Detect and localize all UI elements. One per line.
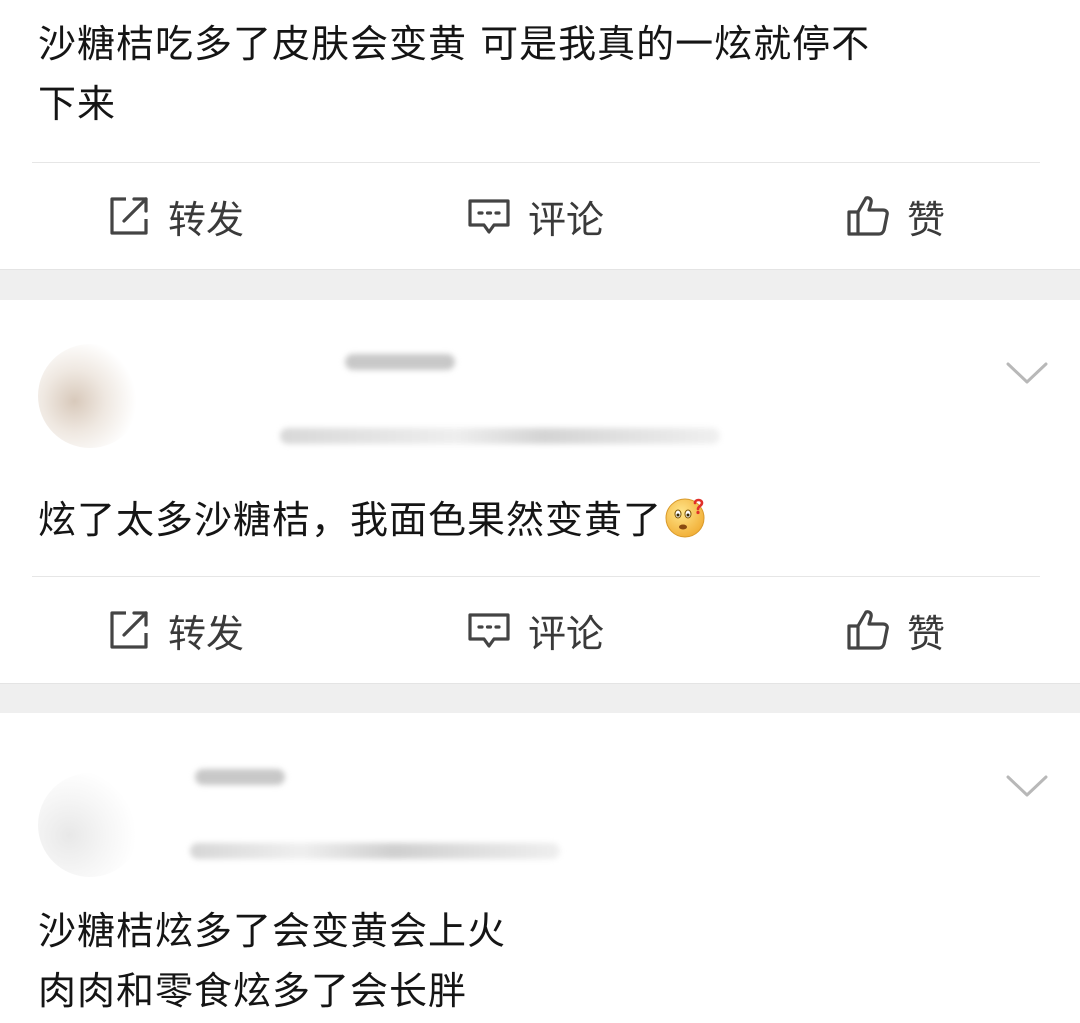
avatar[interactable] [38, 344, 142, 448]
post-text-line: 沙糖桔炫多了会变黄会上火 [38, 909, 507, 953]
post-text-line: 下来 [38, 82, 117, 126]
repost-label: 转发 [168, 197, 245, 242]
comment-button[interactable]: 评论 [466, 580, 604, 680]
chevron-down-icon [1006, 775, 1048, 797]
post-card: 沙糖桔吃多了皮肤会变黄 可是我真的一炫就停不 下来 转发 评论 赞 [0, 0, 1080, 270]
comment-icon [468, 199, 510, 234]
thumbs-up-icon [847, 610, 889, 650]
post-text-line: 沙糖桔吃多了皮肤会变黄 可是我真的一炫就停不 [38, 22, 871, 66]
repost-label: 转发 [168, 611, 245, 656]
blurred-username [345, 354, 455, 370]
comment-label: 评论 [528, 611, 605, 656]
repost-button[interactable]: 转发 [106, 166, 244, 266]
feed-separator [0, 269, 1080, 301]
post-text: 沙糖桔吃多了皮肤会变黄 可是我真的一炫就停不 下来 [38, 14, 1020, 134]
post-text-line: 炫了太多沙糖桔，我面色果然变黄了 [38, 490, 1020, 550]
post-menu-button[interactable] [1004, 358, 1050, 388]
like-label: 赞 [907, 197, 946, 242]
blurred-meta [280, 428, 720, 444]
action-bar: 转发 评论 赞 [0, 580, 1080, 680]
comment-icon [468, 613, 510, 648]
like-label: 赞 [907, 611, 946, 656]
post-card: 炫了太多沙糖桔，我面色果然变黄了 转发 评论 赞 [0, 300, 1080, 684]
post-text-line: 肉肉和零食炫多了会长胖 [38, 969, 468, 1013]
chevron-down-icon [1006, 362, 1048, 384]
like-button[interactable]: 赞 [845, 166, 945, 266]
feed: 沙糖桔吃多了皮肤会变黄 可是我真的一炫就停不 下来 转发 评论 赞 炫了太多沙糖… [0, 0, 1080, 1023]
repost-icon [110, 197, 148, 235]
thumbs-up-icon [847, 196, 889, 236]
comment-button[interactable]: 评论 [466, 166, 604, 266]
comment-label: 评论 [528, 197, 605, 242]
feed-separator [0, 683, 1080, 714]
repost-icon [110, 611, 148, 649]
repost-button[interactable]: 转发 [106, 580, 244, 680]
blurred-username [195, 769, 285, 785]
thinking-face-icon [665, 498, 705, 538]
post-text: 沙糖桔炫多了会变黄会上火 肉肉和零食炫多了会长胖 [38, 901, 1020, 1021]
post-menu-button[interactable] [1004, 771, 1050, 801]
post-card: 沙糖桔炫多了会变黄会上火 肉肉和零食炫多了会长胖 [0, 713, 1080, 1023]
post-text-content: 炫了太多沙糖桔，我面色果然变黄了 [38, 498, 663, 542]
like-button[interactable]: 赞 [845, 580, 945, 680]
avatar[interactable] [38, 773, 142, 877]
blurred-meta [190, 843, 560, 859]
action-bar: 转发 评论 赞 [0, 166, 1080, 266]
divider [32, 576, 1040, 577]
divider [32, 162, 1040, 163]
post-text: 炫了太多沙糖桔，我面色果然变黄了 [38, 490, 1020, 550]
